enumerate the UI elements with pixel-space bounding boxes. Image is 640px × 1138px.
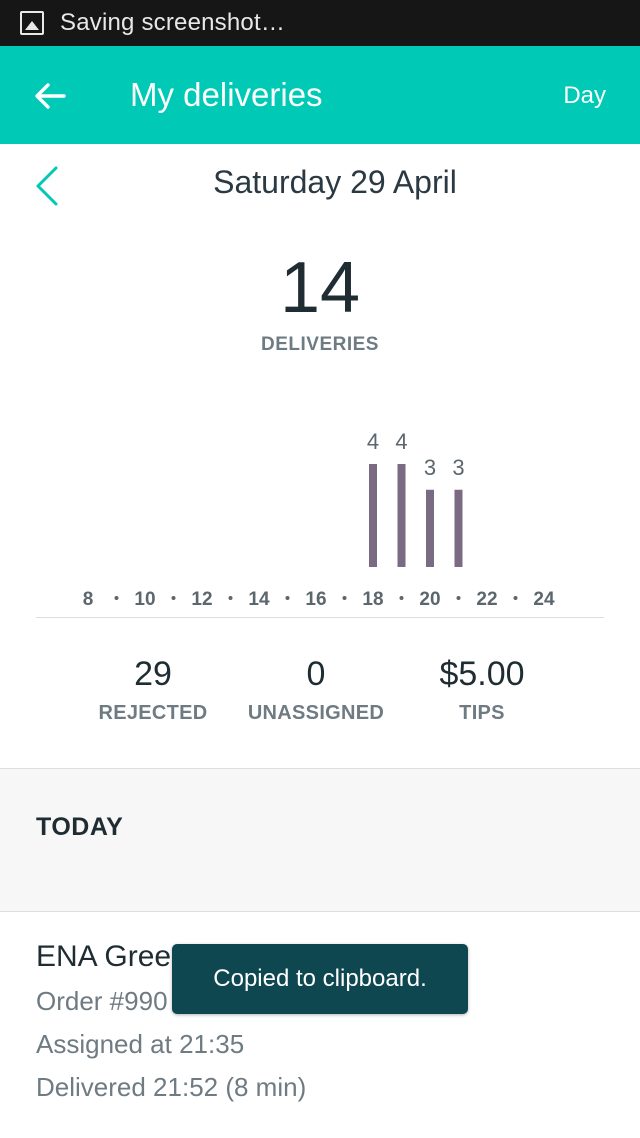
x-tick-separator [285,596,290,600]
app-bar: My deliveries Day [0,46,640,144]
rejected-label: REJECTED [98,702,208,724]
chart-bar [397,464,406,567]
chart-bar [454,489,463,567]
status-bar: Saving screenshot… [0,0,640,46]
x-tick-separator [456,596,461,600]
bar-value-label: 3 [452,455,464,480]
unassigned-label: UNASSIGNED [247,702,385,724]
assigned-time: Assigned at 21:35 [36,1029,245,1059]
date-navigation: Saturday 29 April [0,144,640,224]
section-title: TODAY [36,813,124,841]
x-tick-label: 12 [191,589,212,610]
date-label: Saturday 29 April [213,164,457,200]
x-tick-label: 8 [83,589,94,610]
delivered-time: Delivered 21:52 (8 min) [36,1072,307,1102]
arrow-left-icon[interactable] [30,76,70,116]
x-tick-separator [342,596,347,600]
chart-bar [426,489,434,567]
x-tick-label: 16 [305,589,326,610]
chart-bar [369,464,377,567]
rejected-value: 29 [134,655,172,693]
tips-label: TIPS [459,702,505,724]
unassigned-value: 0 [306,655,326,693]
x-tick-label: 20 [419,589,440,610]
x-tick-label: 10 [134,589,155,610]
x-tick-separator [171,596,176,600]
tips-stat: $5.00 TIPS [397,655,567,725]
x-tick-label: 18 [362,589,383,610]
today-section-header: TODAY [0,768,640,912]
deliveries-count: 14 [279,248,361,328]
x-tick-label: 14 [248,589,270,610]
bar-value-label: 3 [424,455,436,480]
status-text: Saving screenshot… [60,9,286,36]
period-selector[interactable]: Day [563,82,606,110]
bar-value-label: 4 [395,429,407,454]
x-tick-label: 24 [533,589,555,610]
deliveries-label: DELIVERIES [261,334,379,355]
chart-divider [36,617,604,618]
x-tick-separator [228,596,233,600]
x-tick-separator [513,596,518,600]
tips-value: $5.00 [439,655,525,693]
hourly-deliveries-chart: 8 10 12 14 16 18 20 22 244 43 3 [83,429,555,610]
x-tick-separator [114,596,119,600]
x-tick-separator [399,596,404,600]
page-title: My deliveries [130,76,323,113]
image-icon [20,11,44,35]
rejected-stat: 29 REJECTED [68,655,238,725]
toast-message: Copied to clipboard. [172,944,468,1014]
bar-value-label: 4 [367,429,379,454]
x-tick-label: 22 [476,589,497,610]
unassigned-stat: 0 UNASSIGNED [231,655,401,725]
